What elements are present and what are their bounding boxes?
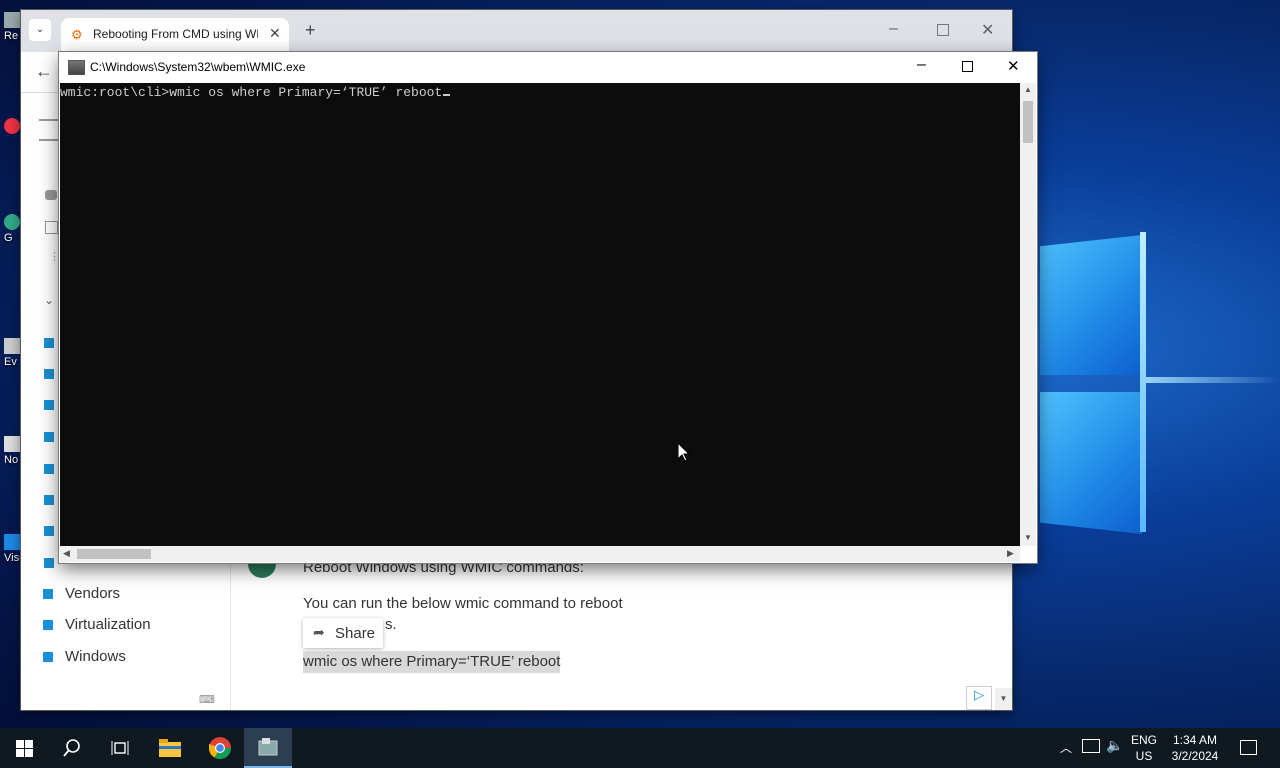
start-button[interactable] <box>0 728 48 768</box>
scroll-right-arrow[interactable]: ▶ <box>1007 548 1014 559</box>
minimize-icon[interactable]: – <box>917 56 926 74</box>
tab-active[interactable]: ⚙ Rebooting From CMD using WMIC ✕ <box>61 18 289 52</box>
sidebar-item-virtualization[interactable]: Virtualization <box>43 616 151 636</box>
sidebar-item-windows[interactable]: Windows <box>43 648 126 668</box>
notepad-icon <box>4 436 20 452</box>
article-paragraph-tail: s. <box>385 616 397 633</box>
window-title: C:\Windows\System32\wbem\WMIC.exe <box>90 60 306 74</box>
tab-title: Rebooting From CMD using WMIC <box>93 27 258 41</box>
category-marker <box>44 495 54 505</box>
horizontal-scrollbar[interactable]: ◀ ▶ <box>60 546 1020 562</box>
prompt: wmic:root\cli> <box>60 85 170 100</box>
clock[interactable]: 1:34 AM 3/2/2024 <box>1164 732 1226 764</box>
language-indicator[interactable]: ENG US <box>1128 732 1160 764</box>
users-icon <box>45 190 57 200</box>
search-icon <box>63 739 80 757</box>
folder-icon <box>159 739 181 757</box>
taskbar-file-explorer[interactable] <box>146 728 194 768</box>
new-tab-button[interactable]: + <box>305 20 316 41</box>
vertical-scrollbar[interactable]: ▲ ▼ <box>1020 83 1036 546</box>
minimize-icon[interactable]: – <box>889 20 898 38</box>
category-marker <box>44 400 54 410</box>
console-app-icon <box>258 738 278 756</box>
scroll-down-arrow[interactable]: ▼ <box>1024 533 1032 542</box>
task-view-icon <box>111 741 129 755</box>
tab-strip: ⌄ ⚙ Rebooting From CMD using WMIC ✕ + – … <box>21 10 1012 52</box>
text-cursor <box>443 94 451 96</box>
category-marker <box>44 558 54 568</box>
sidebar-item-vendors[interactable]: Vendors <box>43 585 120 605</box>
article-paragraph: You can run the below wmic command to re… <box>303 595 623 612</box>
recycle-bin-icon <box>4 12 20 28</box>
scroll-left-arrow[interactable]: ◀ <box>63 548 70 559</box>
windows-start-icon <box>15 739 33 757</box>
taskbar-wmic-console[interactable] <box>244 728 292 768</box>
category-marker <box>44 432 54 442</box>
taskbar: ︿ 🔈 ENG US 1:34 AM 3/2/2024 <box>0 728 1280 768</box>
chrome-icon <box>209 737 231 759</box>
category-marker <box>44 526 54 536</box>
chevron-down-icon[interactable]: ⌄ <box>44 293 54 307</box>
category-marker <box>44 464 54 474</box>
command-text: wmic os where Primary=‘TRUE’ reboot <box>169 85 443 100</box>
command-line: wmic:root\cli>wmic os where Primary=‘TRU… <box>60 85 451 100</box>
close-icon[interactable]: ✕ <box>1007 57 1020 75</box>
category-marker <box>44 338 54 348</box>
app-icon <box>4 118 20 134</box>
back-icon[interactable]: ← <box>35 61 53 82</box>
scrollbar-thumb[interactable] <box>77 549 151 559</box>
taskbar-chrome[interactable] <box>196 728 244 768</box>
close-tab-icon[interactable]: ✕ <box>269 25 281 42</box>
network-icon[interactable] <box>1082 739 1100 753</box>
scroll-up-arrow[interactable]: ▲ <box>1024 85 1032 94</box>
scroll-down-arrow[interactable]: ▼ <box>995 688 1012 710</box>
console-app-icon <box>68 60 85 75</box>
app-icon <box>4 338 20 354</box>
chrome-icon <box>4 214 20 230</box>
site-favicon-icon: ⚙ <box>71 27 83 42</box>
action-center-icon[interactable] <box>1240 740 1257 755</box>
maximize-icon[interactable] <box>962 61 973 72</box>
tab-search-button[interactable]: ⌄ <box>29 19 51 41</box>
code-snippet: wmic os where Primary=‘TRUE’ reboot <box>303 651 561 673</box>
ad-choices-icon[interactable]: ▷ <box>966 686 992 710</box>
show-hidden-icons-chevron-icon[interactable]: ︿ <box>1060 739 1072 756</box>
task-view-button[interactable] <box>96 728 144 768</box>
vscode-icon <box>4 534 20 550</box>
share-button[interactable]: ➦ Share <box>303 618 383 648</box>
share-icon: ➦ <box>313 624 325 640</box>
maximize-icon[interactable] <box>937 24 949 36</box>
calendar-icon <box>45 221 58 234</box>
keyboard-icon: ⌨ <box>199 694 215 706</box>
scrollbar-thumb[interactable] <box>1023 101 1033 143</box>
search-button[interactable] <box>48 728 96 768</box>
console-output[interactable]: wmic:root\cli>wmic os where Primary=‘TRU… <box>60 83 1020 546</box>
category-marker <box>44 369 54 379</box>
volume-icon[interactable]: 🔈 <box>1106 737 1123 754</box>
hamburger-menu-icon[interactable] <box>39 119 61 141</box>
mouse-pointer-icon <box>678 443 690 462</box>
close-icon[interactable]: ✕ <box>981 20 994 40</box>
wmic-console-window: C:\Windows\System32\wbem\WMIC.exe – ✕ wm… <box>59 52 1037 563</box>
